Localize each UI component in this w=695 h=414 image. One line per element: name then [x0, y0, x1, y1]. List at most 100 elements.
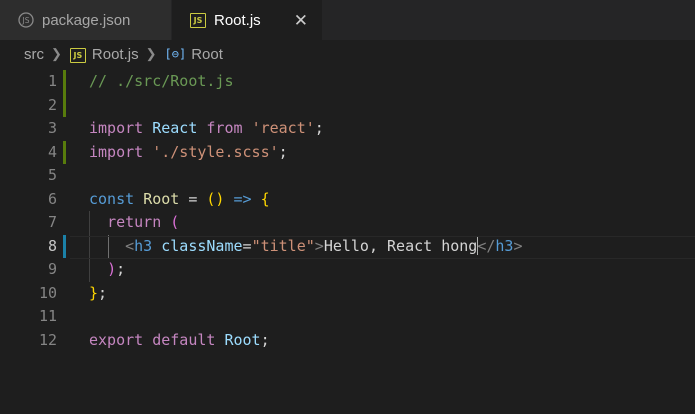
- json-icon: JS: [18, 12, 34, 28]
- code-token: }: [89, 283, 99, 302]
- code-token: =>: [233, 189, 252, 208]
- line-number: 12: [38, 330, 57, 349]
- code-token: return: [107, 213, 162, 231]
- code-token: from: [206, 119, 243, 137]
- code-editor[interactable]: 1 // ./src/Root.js 2 3 import React from 're…: [0, 68, 695, 414]
- js-icon: JS: [69, 45, 86, 63]
- breadcrumb-file[interactable]: Root.js: [92, 46, 139, 63]
- code-token: <: [125, 236, 135, 255]
- line-code: };: [89, 282, 107, 306]
- breadcrumb-symbol[interactable]: Root: [191, 46, 223, 63]
- code-token: import: [89, 142, 144, 161]
- tab-root-js[interactable]: JS Root.js ✕: [172, 0, 322, 40]
- line-code: import React from 'react';: [89, 117, 324, 141]
- code-token: const: [89, 189, 135, 208]
- gutter-modified-marker: [63, 93, 66, 117]
- tab-label: Root.js: [214, 11, 261, 29]
- code-token: Hello, React hong: [323, 236, 478, 255]
- symbol-variable-icon: [⊖]: [164, 47, 187, 61]
- js-icon: JS: [190, 12, 206, 28]
- code-token: // ./src/Root.js: [89, 72, 234, 90]
- code-token: h3: [495, 236, 514, 255]
- line-number: 2: [47, 95, 57, 114]
- line-code: return (: [89, 211, 179, 235]
- line-number: 11: [38, 307, 57, 325]
- line-code: import './style.scss';: [89, 141, 288, 165]
- code-line[interactable]: 6 const Root = () => {: [0, 188, 695, 212]
- code-token: (): [206, 189, 225, 208]
- code-line[interactable]: 7 return (: [0, 211, 695, 235]
- code-token: Root: [143, 189, 180, 208]
- code-token: 'react': [251, 119, 315, 137]
- code-line[interactable]: 4 import './style.scss';: [0, 140, 695, 165]
- gutter-modified-marker: [63, 140, 66, 164]
- chevron-right-icon: ❯: [145, 46, 157, 61]
- code-token: </: [477, 236, 496, 255]
- code-line[interactable]: 10};: [0, 282, 695, 306]
- code-token: >: [513, 236, 523, 255]
- line-number: 10: [38, 283, 57, 302]
- breadcrumb: src ❯ JS Root.js ❯ [⊖] Root: [0, 40, 695, 68]
- svg-text:JS: JS: [22, 16, 30, 25]
- code-line[interactable]: 8 <h3 className="title">Hello, React hon…: [0, 234, 695, 259]
- code-token: ): [107, 260, 117, 278]
- code-token: h3: [134, 236, 153, 255]
- tab-bar-empty-space: [322, 0, 695, 40]
- code-line[interactable]: 1 // ./src/Root.js: [0, 70, 695, 94]
- code-token: {: [260, 189, 270, 208]
- code-line[interactable]: 11: [0, 305, 695, 329]
- line-number: 3: [47, 119, 57, 137]
- chevron-right-icon: ❯: [51, 46, 62, 61]
- code-token: default: [152, 330, 216, 349]
- code-token: import: [89, 119, 144, 137]
- line-number: 4: [47, 142, 57, 161]
- close-icon[interactable]: ✕: [294, 12, 308, 29]
- line-code: <h3 className="title">Hello, React hong<…: [89, 235, 523, 259]
- code-token: Root: [224, 330, 261, 349]
- code-line[interactable]: 9 );: [0, 258, 695, 282]
- code-token: ;: [314, 119, 324, 137]
- code-token: "title": [251, 236, 315, 255]
- code-token: ;: [116, 260, 126, 278]
- code-token: =: [179, 189, 207, 208]
- line-code: );: [89, 258, 125, 282]
- code-token: ;: [278, 142, 288, 161]
- gutter-active-marker: [63, 234, 66, 258]
- line-code: export default Root;: [89, 329, 270, 353]
- code-line[interactable]: 12 export default Root;: [0, 329, 695, 353]
- code-token: React: [152, 119, 198, 137]
- tab-bar: JS package.json JS Root.js ✕: [0, 0, 695, 40]
- line-number: 6: [47, 189, 57, 208]
- line-number: 5: [47, 166, 57, 184]
- line-number: 7: [47, 213, 57, 231]
- code-token: >: [314, 236, 324, 255]
- code-token: ;: [260, 330, 270, 349]
- breadcrumb-folder[interactable]: src: [24, 46, 44, 63]
- code-token: (: [170, 213, 180, 231]
- tab-label: package.json: [42, 11, 131, 29]
- gutter-modified-marker: [63, 70, 66, 94]
- line-code: const Root = () => {: [89, 188, 270, 212]
- code-line[interactable]: 3 import React from 'react';: [0, 117, 695, 141]
- line-number: 8: [47, 236, 57, 255]
- code-token: './style.scss': [152, 142, 279, 161]
- line-number: 9: [47, 260, 57, 278]
- code-token: export: [89, 330, 144, 349]
- code-line[interactable]: 5: [0, 164, 695, 188]
- line-number: 1: [47, 72, 57, 90]
- code-line[interactable]: 2: [0, 93, 695, 117]
- code-token: =: [242, 236, 252, 255]
- line-code: // ./src/Root.js: [89, 70, 234, 94]
- tab-package-json[interactable]: JS package.json: [0, 0, 172, 40]
- code-token: ;: [98, 283, 108, 302]
